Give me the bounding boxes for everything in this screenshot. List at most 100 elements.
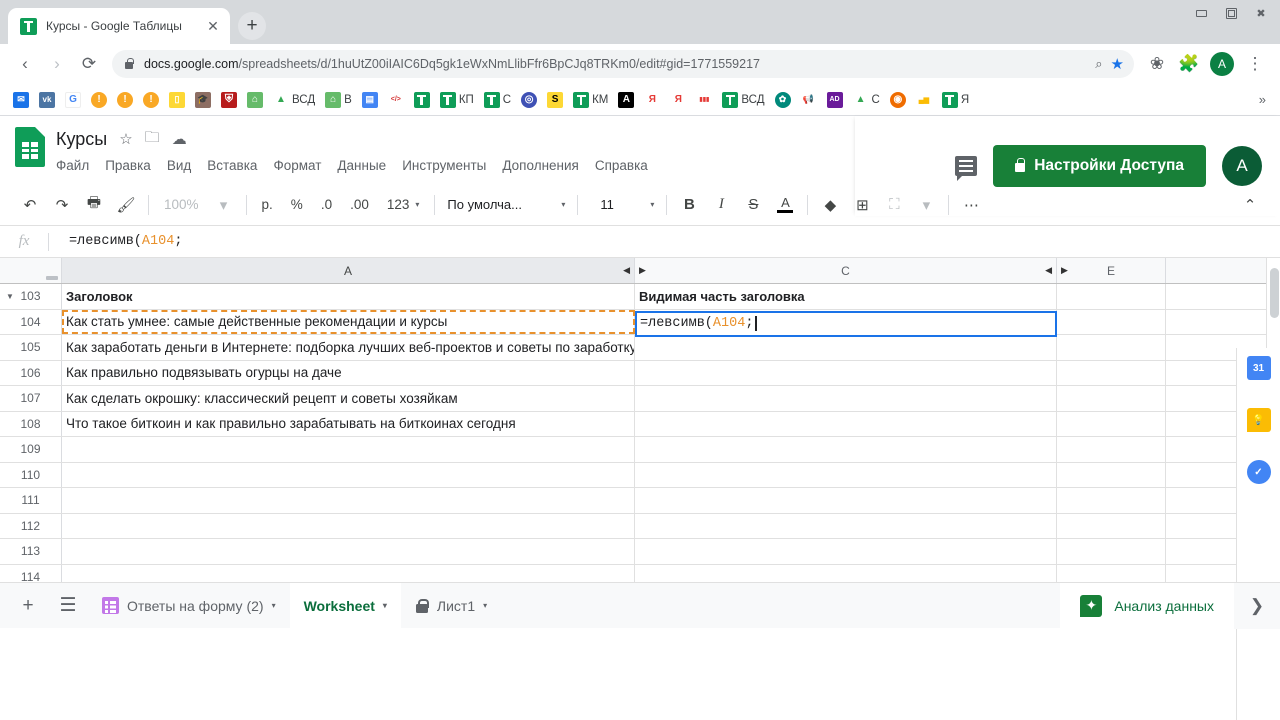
bookmark-item[interactable]: ⌂ В [320,88,357,112]
row-header[interactable]: 110 [0,462,62,487]
bookmark-item[interactable]: ◉ [885,88,911,112]
close-tab-icon[interactable]: ✕ [204,17,222,35]
formula-input[interactable]: =левсимв(A104; [49,234,182,249]
bookmark-item[interactable]: КП [435,88,479,112]
bookmark-item[interactable]: ▲ ВСД [268,88,320,112]
column-header-a[interactable]: A ◀ [62,258,635,283]
cell-e-105[interactable] [1057,335,1166,360]
reload-icon[interactable]: ⟳ [74,49,104,79]
cell-a-104[interactable]: Как стать умнее: самые действенные реком… [62,309,635,334]
sheet-tab-worksheet[interactable]: Worksheet ▾ [289,582,401,629]
zoom-level[interactable]: 100% [155,190,208,220]
menu-item-6[interactable]: Инструменты [402,158,486,173]
bookmark-item[interactable]: Я [665,88,691,112]
cell-c-103[interactable]: Видимая часть заголовка [635,284,1057,309]
cell-c-109[interactable] [635,437,1057,462]
bookmark-item[interactable]: ✉ [8,88,34,112]
row-header[interactable]: 108 [0,411,62,436]
percent-format-button[interactable]: % [282,190,312,220]
borders-icon[interactable]: ⊞ [846,190,878,220]
text-color-button[interactable]: A [769,190,801,220]
cell-e-112[interactable] [1057,513,1166,538]
cell-a-108[interactable]: Что такое биткоин и как правильно зараба… [62,411,635,436]
cell-e-108[interactable] [1057,411,1166,436]
more-options-icon[interactable]: ⋯ [955,190,987,220]
cell-editor[interactable]: =левсимв(A104; [635,310,1057,337]
column-expand-right-icon[interactable]: ▶ [639,265,646,276]
new-tab-button[interactable]: + [238,12,266,40]
bookmark-item[interactable]: ▤ [357,88,383,112]
address-bar[interactable]: docs.google.com/spreadsheets/d/1huUtZ00i… [112,50,1134,78]
fill-color-icon[interactable]: ◆ [814,190,846,220]
bookmark-item[interactable]: ВСД [717,88,769,112]
paint-format-icon[interactable]: 🖌 [110,190,142,220]
cell-e-107[interactable] [1057,386,1166,411]
strikethrough-button[interactable]: S [737,190,769,220]
expand-panel-icon[interactable]: ❯ [1234,582,1280,629]
bookmark-item[interactable]: A [613,88,639,112]
row-header[interactable]: 104 [0,309,62,334]
merge-cells-icon[interactable]: ⛶ [878,190,910,220]
column-expand-right-icon[interactable]: ▶ [1061,265,1068,276]
font-family-select[interactable]: По умолча... ▾ [441,192,571,218]
bookmark-item[interactable]: AD [822,88,848,112]
bookmark-item[interactable]: S [542,88,568,112]
sheet-tab-form-responses[interactable]: Ответы на форму (2) ▾ [88,583,290,629]
formula-bar[interactable]: fx =левсимв(A104; [0,226,1280,258]
keep-icon[interactable]: 💡 [1246,408,1271,432]
browser-tab[interactable]: Курсы - Google Таблицы ✕ [8,8,230,44]
bookmark-item[interactable]: КМ [568,88,613,112]
star-icon[interactable]: ☆ [119,130,132,148]
extension-paw-icon[interactable]: ❀ [1142,49,1172,79]
comment-icon[interactable] [955,156,978,181]
cell-c-107[interactable] [635,386,1057,411]
cell-c-108[interactable] [635,411,1057,436]
page-title[interactable]: Курсы [56,129,107,150]
menu-item-4[interactable]: Формат [273,158,321,173]
cell-c-110[interactable] [635,462,1057,487]
cell-a-109[interactable] [62,437,635,462]
decrease-decimal-button[interactable]: .0 [312,190,341,220]
column-collapse-left-icon[interactable]: ◀ [1045,265,1052,276]
row-header[interactable]: 109 [0,437,62,462]
cell-e-106[interactable] [1057,360,1166,385]
bookmark-item[interactable]: Я [639,88,665,112]
bookmark-item[interactable]: Я [937,88,974,112]
cell-a-113[interactable] [62,539,635,564]
currency-format-button[interactable]: р. [253,190,282,220]
row-header[interactable]: 113 [0,539,62,564]
menu-item-2[interactable]: Вид [167,158,191,173]
row-header[interactable]: 112 [0,513,62,538]
account-avatar[interactable]: A [1222,146,1262,186]
bookmark-item[interactable]: ▄▆ [911,88,937,112]
group-collapse-icon[interactable]: ▼ [6,292,14,301]
cell-e-103[interactable] [1057,284,1166,309]
menu-item-5[interactable]: Данные [337,158,386,173]
bookmark-star-icon[interactable]: ★ [1111,55,1124,73]
menu-item-8[interactable]: Справка [595,158,648,173]
menu-item-3[interactable]: Вставка [207,158,257,173]
forward-icon[interactable]: › [42,49,72,79]
close-window-icon[interactable]: ✖ [1246,2,1276,24]
bookmark-item[interactable]: 📢 [796,88,822,112]
bookmark-item[interactable]: ▮▮▮ [691,88,717,112]
cell-a-111[interactable] [62,488,635,513]
cell-c-111[interactable] [635,488,1057,513]
bookmark-item[interactable]: ✿ [770,88,796,112]
cell-a-106[interactable]: Как правильно подвязывать огурцы на даче [62,360,635,385]
bookmark-item[interactable]: ▲ С [848,88,885,112]
cell-a-105[interactable]: Как заработать деньги в Интернете: подбо… [62,335,635,360]
cell-e-104[interactable] [1057,309,1166,334]
redo-icon[interactable]: ↷ [46,190,78,220]
minimize-icon[interactable] [1186,2,1216,24]
vertical-scroll-thumb[interactable] [1270,268,1279,318]
back-icon[interactable]: ‹ [10,49,40,79]
maximize-icon[interactable] [1216,2,1246,24]
cell-c-112[interactable] [635,513,1057,538]
bookmark-item[interactable]: ▯ [164,88,190,112]
menu-item-0[interactable]: Файл [56,158,89,173]
cell-a-103[interactable]: Заголовок [62,284,635,309]
cell-a-110[interactable] [62,462,635,487]
undo-icon[interactable]: ↶ [14,190,46,220]
profile-avatar[interactable]: A [1210,52,1234,76]
